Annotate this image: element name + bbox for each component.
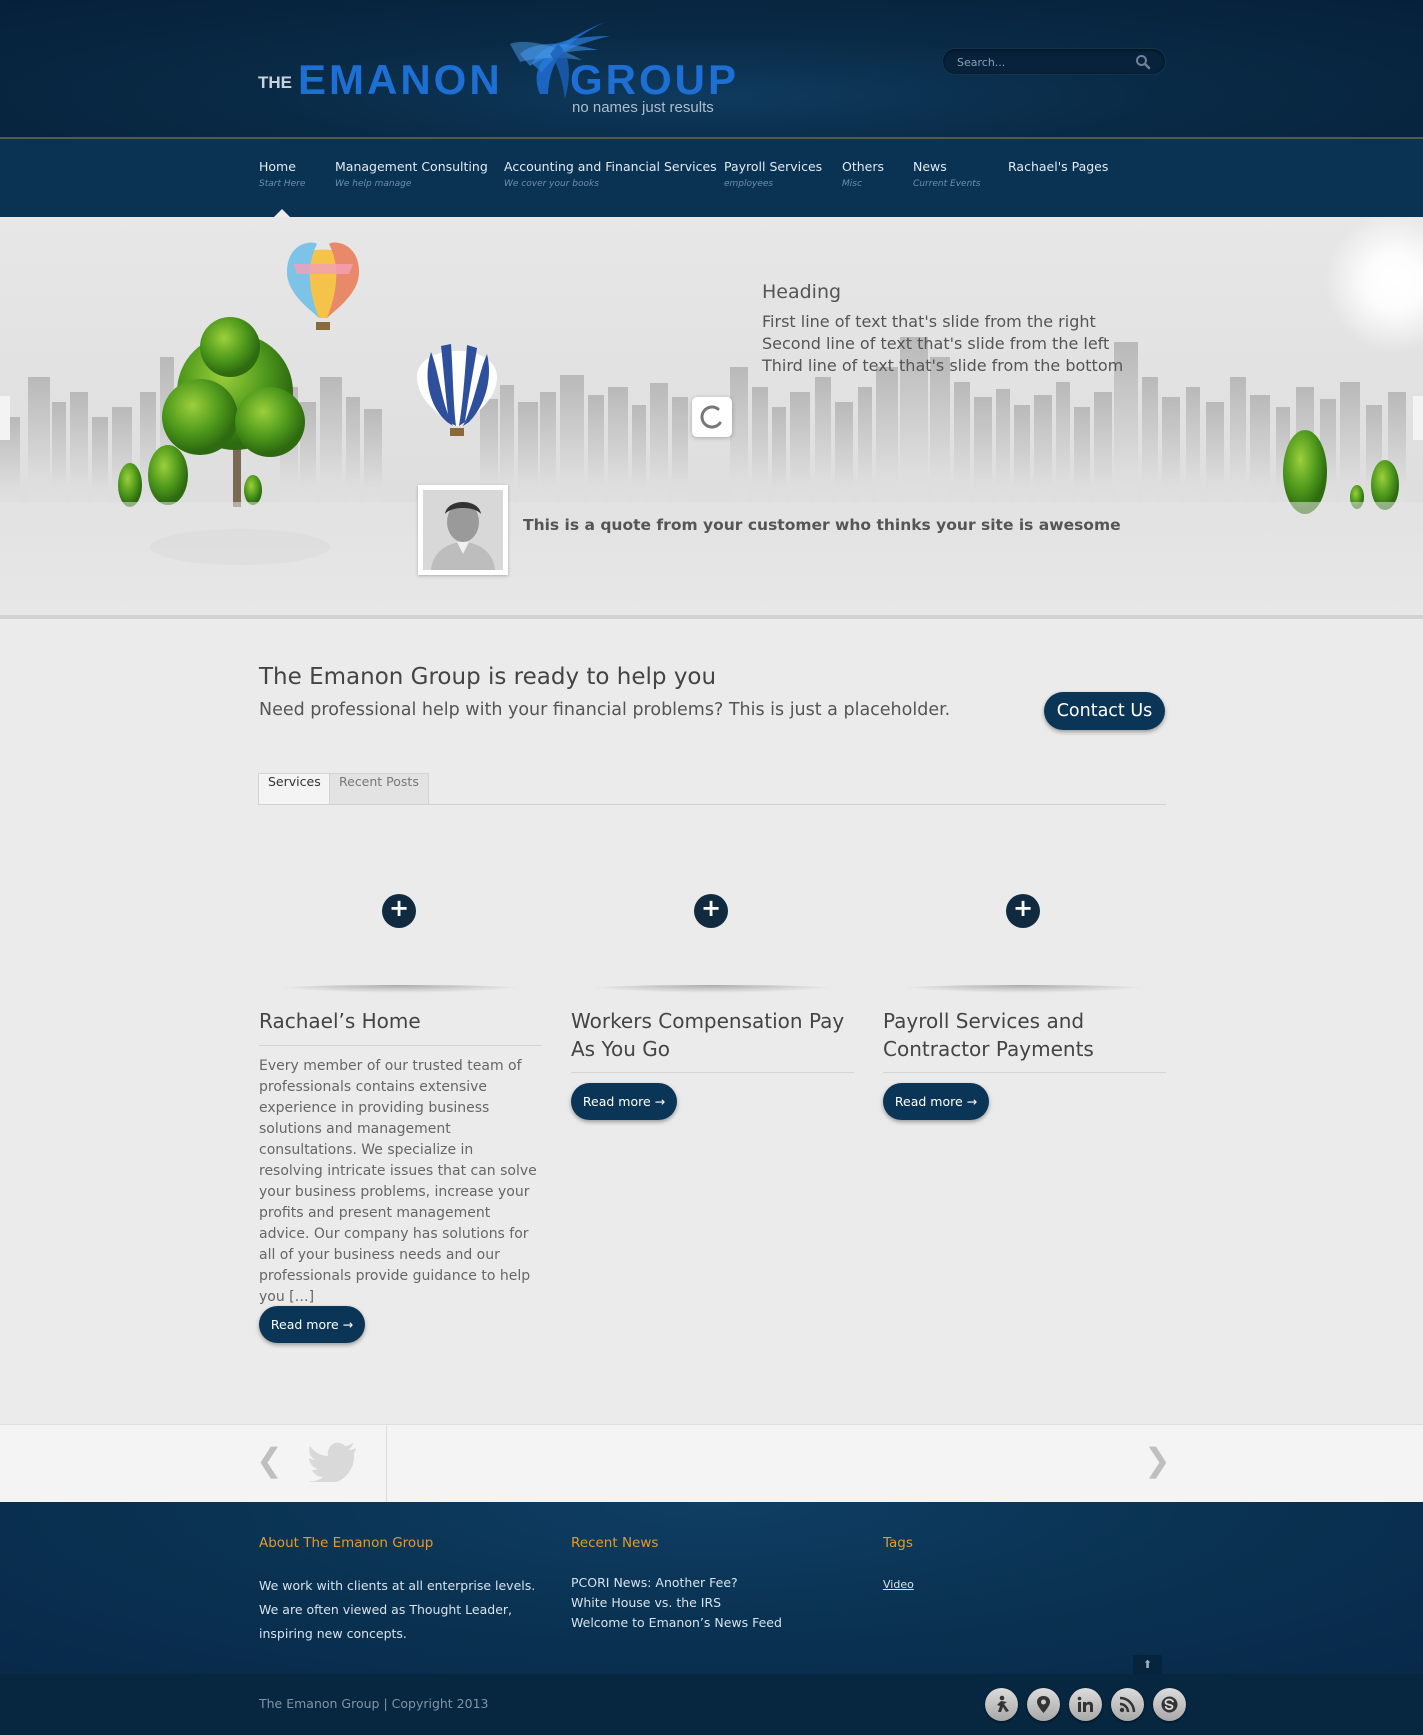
customer-quote: This is a quote from your customer who t… bbox=[523, 516, 1121, 534]
slider-next-arrow[interactable] bbox=[1413, 396, 1423, 440]
twitter-strip bbox=[0, 1424, 1423, 1502]
column-shadow bbox=[894, 985, 1154, 993]
footer-news-heading: Recent News bbox=[571, 1535, 659, 1551]
footer-news-list: PCORI News: Another Fee? White House vs.… bbox=[571, 1573, 782, 1633]
service-divider bbox=[571, 1072, 854, 1073]
back-to-top-icon[interactable]: ⬆ bbox=[1133, 1655, 1162, 1674]
nav-sublabel: employees bbox=[724, 179, 774, 189]
service-divider bbox=[883, 1072, 1166, 1073]
read-more-button[interactable]: Read more → bbox=[259, 1306, 365, 1343]
copyright: The Emanon Group | Copyright 2013 bbox=[259, 1696, 489, 1711]
search-input[interactable] bbox=[957, 54, 1127, 70]
customer-avatar bbox=[418, 485, 508, 575]
slide-heading: Heading bbox=[762, 281, 842, 303]
column-shadow bbox=[582, 985, 842, 993]
contact-us-button[interactable]: Contact Us bbox=[1044, 692, 1165, 730]
logo-emanon: EMANON bbox=[298, 56, 503, 103]
nav-label: News bbox=[913, 159, 947, 174]
news-link[interactable]: PCORI News: Another Fee? bbox=[571, 1573, 782, 1593]
main-nav: Home Start Here Management Consulting We… bbox=[0, 139, 1423, 217]
nav-label: Home bbox=[259, 159, 296, 174]
nav-item-others[interactable]: Others Misc bbox=[842, 159, 884, 189]
nav-item-news[interactable]: News Current Events bbox=[913, 159, 981, 189]
cta-subtitle: Need professional help with your financi… bbox=[259, 700, 951, 720]
twitter-prev-arrow[interactable]: ❮ bbox=[256, 1441, 283, 1479]
map-pin-icon[interactable] bbox=[1027, 1688, 1060, 1721]
expand-plus-icon[interactable]: + bbox=[1006, 894, 1040, 928]
expand-plus-icon[interactable]: + bbox=[694, 894, 728, 928]
tab-services[interactable]: Services bbox=[258, 773, 331, 805]
rss-icon[interactable] bbox=[1111, 1688, 1144, 1721]
service-divider bbox=[259, 1045, 542, 1046]
nav-item-payroll[interactable]: Payroll Services employees bbox=[724, 159, 822, 189]
footer-about-text: We work with clients at all enterprise l… bbox=[259, 1578, 536, 1641]
search-box bbox=[942, 48, 1166, 75]
slide-line-3: Third line of text that's slide from the… bbox=[762, 356, 1124, 375]
nav-item-rachaels-pages[interactable]: Rachael's Pages bbox=[1008, 159, 1108, 179]
nav-label: Others bbox=[842, 159, 885, 174]
linkedin-icon[interactable] bbox=[1069, 1688, 1102, 1721]
nav-active-indicator bbox=[274, 209, 290, 217]
slider-bottom-edge bbox=[0, 615, 1423, 619]
nav-item-home[interactable]: Home Start Here bbox=[259, 159, 305, 189]
logo-group: GROUP bbox=[570, 56, 740, 103]
tab-divider bbox=[258, 804, 1166, 805]
search-icon[interactable] bbox=[1135, 54, 1151, 70]
footer-tags-heading: Tags bbox=[883, 1535, 913, 1551]
slider-prev-arrow[interactable] bbox=[0, 396, 10, 440]
service-title[interactable]: Rachael’s Home bbox=[259, 1007, 544, 1035]
read-more-button[interactable]: Read more → bbox=[571, 1083, 677, 1120]
nav-sublabel: Current Events bbox=[913, 179, 981, 189]
expand-plus-icon[interactable]: + bbox=[382, 894, 416, 928]
logo-the: THE bbox=[258, 73, 292, 92]
nav-sublabel: Start Here bbox=[259, 179, 306, 189]
nav-sublabel: We help manage bbox=[335, 179, 412, 189]
column-shadow bbox=[270, 985, 530, 993]
read-more-button[interactable]: Read more → bbox=[883, 1083, 989, 1120]
news-link[interactable]: White House vs. the IRS bbox=[571, 1593, 782, 1613]
nav-label: Rachael's Pages bbox=[1008, 159, 1109, 174]
news-link[interactable]: Welcome to Emanon’s News Feed bbox=[571, 1613, 782, 1633]
nav-item-accounting[interactable]: Accounting and Financial Services We cov… bbox=[504, 159, 717, 189]
skype-icon[interactable] bbox=[1153, 1688, 1186, 1721]
tab-recent-posts[interactable]: Recent Posts bbox=[329, 773, 429, 805]
nav-sublabel: Misc bbox=[842, 179, 862, 189]
footer-about-heading: About The Emanon Group bbox=[259, 1535, 434, 1551]
service-description: Every member of our trusted team of prof… bbox=[259, 1058, 537, 1305]
slide-line-1: First line of text that's slide from the… bbox=[762, 312, 1096, 331]
nav-label: Accounting and Financial Services bbox=[504, 159, 717, 174]
logo-tagline: no names just results bbox=[572, 99, 714, 116]
nav-label: Payroll Services bbox=[724, 159, 823, 174]
aim-icon[interactable] bbox=[985, 1688, 1018, 1721]
twitter-bird-icon bbox=[308, 1442, 356, 1482]
bottom-bar bbox=[0, 1674, 1423, 1735]
twitter-next-arrow[interactable]: ❯ bbox=[1144, 1441, 1171, 1479]
cta-title: The Emanon Group is ready to help you bbox=[259, 664, 717, 690]
nav-sublabel: We cover your books bbox=[504, 179, 599, 189]
loading-spinner-icon bbox=[692, 397, 732, 437]
twitter-divider bbox=[386, 1424, 387, 1502]
service-title[interactable]: Payroll Services and Contractor Payments bbox=[883, 1007, 1168, 1063]
slide-line-2: Second line of text that's slide from th… bbox=[762, 334, 1110, 353]
tag-link-video[interactable]: Video bbox=[883, 1578, 914, 1591]
service-title[interactable]: Workers Compensation Pay As You Go bbox=[571, 1007, 856, 1063]
nav-label: Management Consulting bbox=[335, 159, 488, 174]
nav-item-management-consulting[interactable]: Management Consulting We help manage bbox=[335, 159, 488, 189]
